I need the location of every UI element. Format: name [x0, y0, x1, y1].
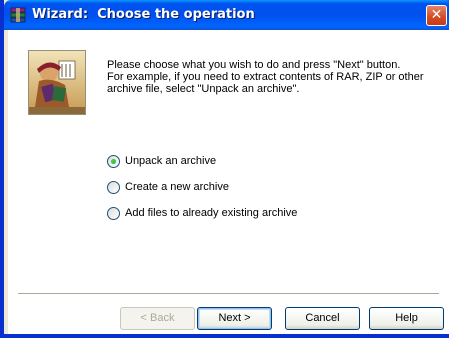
window-title: Wizard: Choose the operation	[32, 7, 255, 22]
intro-line: archive file, select "Unpack an archive"…	[107, 83, 300, 95]
close-button[interactable]: ✕	[426, 5, 447, 26]
next-button[interactable]: Next >	[197, 307, 272, 330]
wizard-dialog: Wizard: Choose the operation ✕ Please ch…	[0, 0, 449, 338]
radio-button-checked[interactable]	[107, 154, 120, 168]
help-button[interactable]: Help	[369, 307, 444, 330]
wizard-content: Please choose what you wish to do and pr…	[8, 30, 449, 334]
wizard-logo-image	[28, 50, 86, 115]
close-icon: ✕	[430, 7, 443, 23]
header-panel: Please choose what you wish to do and pr…	[8, 30, 449, 129]
option-label[interactable]: Create a new archive	[125, 181, 229, 193]
option-unpack-archive[interactable]: Unpack an archive	[107, 154, 297, 168]
intro-text: Please choose what you wish to do and pr…	[107, 59, 437, 95]
intro-line: For example, if you need to extract cont…	[107, 71, 424, 83]
cancel-button[interactable]: Cancel	[285, 307, 360, 330]
back-button[interactable]: < Back	[120, 307, 195, 330]
intro-line: Please choose what you wish to do and pr…	[107, 59, 401, 71]
title-bar[interactable]: Wizard: Choose the operation ✕	[4, 0, 449, 30]
option-label[interactable]: Unpack an archive	[125, 155, 216, 167]
option-add-files[interactable]: Add files to already existing archive	[107, 206, 297, 220]
radio-button[interactable]	[107, 206, 120, 220]
option-create-archive[interactable]: Create a new archive	[107, 180, 297, 194]
separator	[18, 293, 439, 295]
radio-button[interactable]	[107, 180, 120, 194]
option-label[interactable]: Add files to already existing archive	[125, 207, 297, 219]
winrar-books-icon	[10, 7, 26, 23]
operation-options: Unpack an archive Create a new archive A…	[107, 154, 297, 232]
